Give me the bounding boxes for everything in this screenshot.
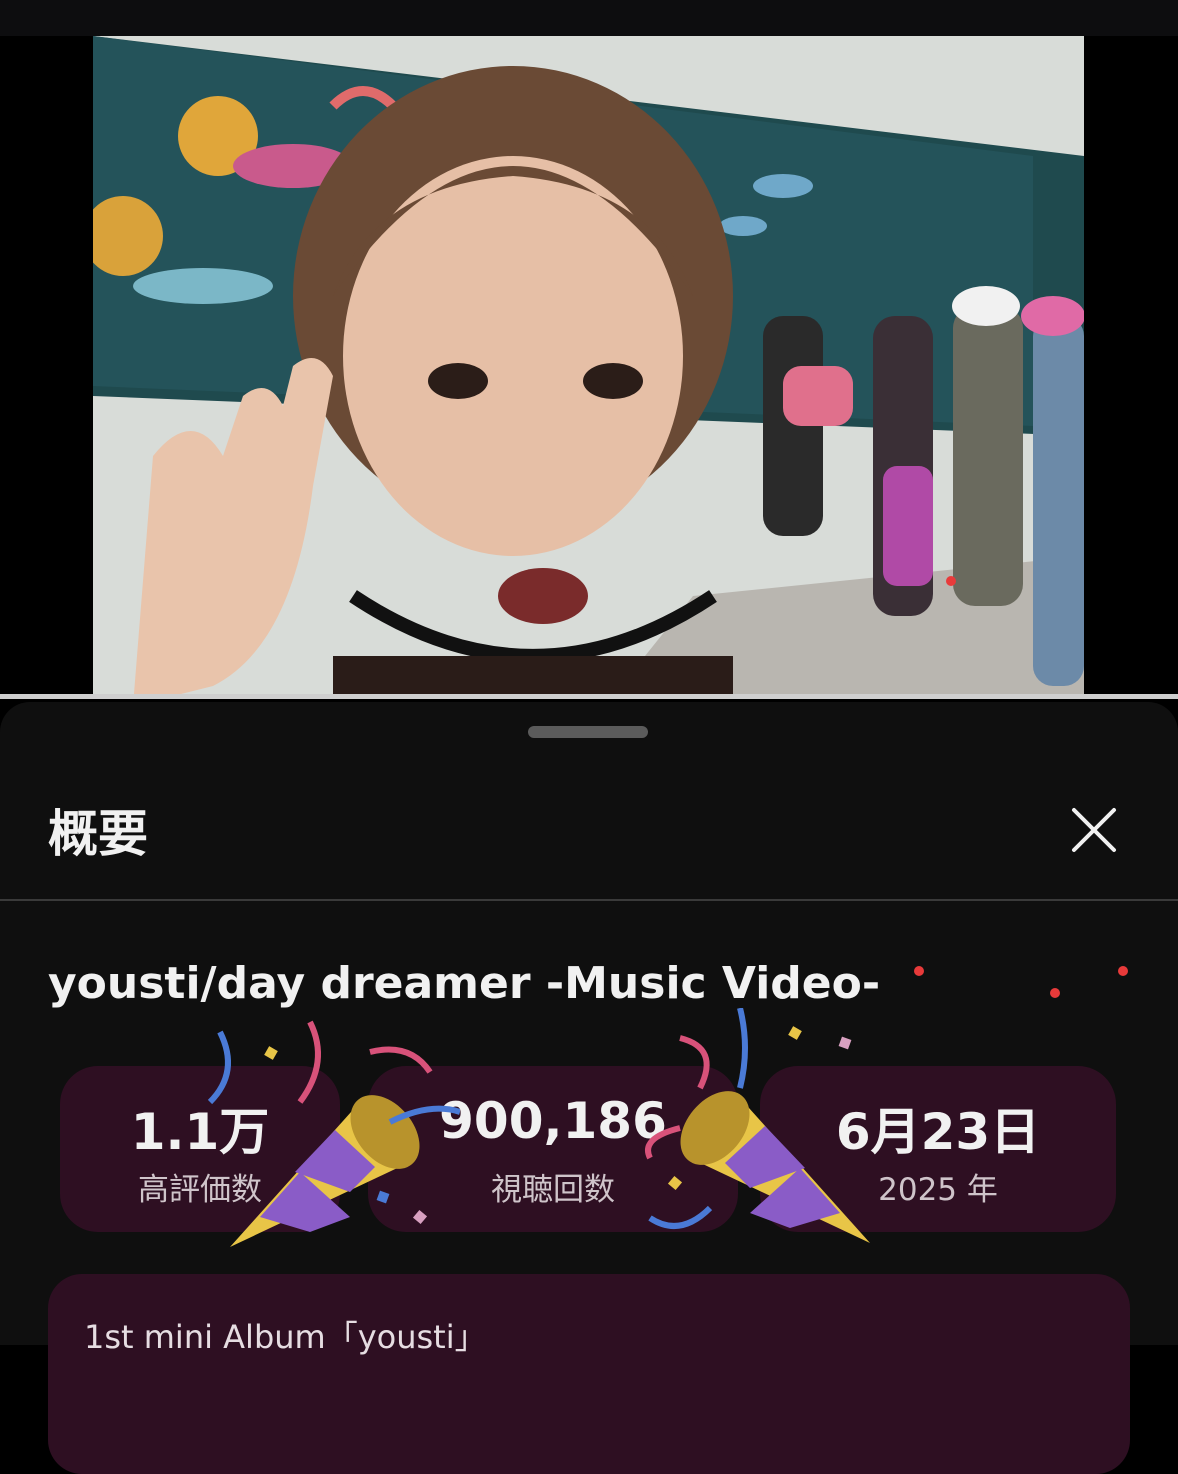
description-card[interactable]: 1st mini Album「yousti」: [48, 1274, 1130, 1474]
close-button[interactable]: [1062, 798, 1126, 862]
sheet-heading: 概要: [48, 805, 148, 863]
description-sheet: 概要 yousti/day dreamer -Music Video- 1.1万…: [0, 702, 1178, 1474]
confetti-dot: [1050, 988, 1060, 998]
description-text: 1st mini Album「yousti」: [84, 1318, 487, 1356]
video-player[interactable]: [0, 36, 1178, 696]
party-popper-icon: [645, 1008, 870, 1243]
confetti-dot: [914, 966, 924, 976]
status-bar: [0, 0, 1178, 36]
header-divider: [0, 899, 1178, 901]
confetti-dot: [1118, 966, 1128, 976]
drag-handle[interactable]: [528, 726, 648, 738]
close-icon: [1072, 808, 1116, 852]
video-title: yousti/day dreamer -Music Video-: [48, 958, 881, 1009]
video-progress-bar[interactable]: [0, 694, 1178, 699]
video-frame[interactable]: [93, 36, 1084, 696]
confetti-dot: [946, 576, 956, 586]
video-thumbnail-image: [93, 36, 1084, 696]
party-popper-icon: [207, 1020, 460, 1247]
